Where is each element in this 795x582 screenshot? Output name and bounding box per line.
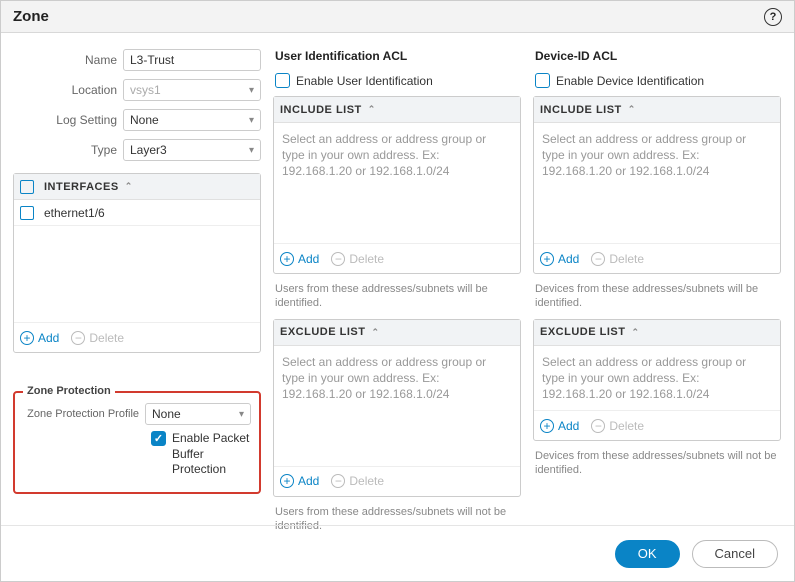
zone-dialog: Zone ? Name L3-Trust Location vsys1▾ Log… <box>0 0 795 582</box>
minus-icon: − <box>331 474 345 488</box>
type-label: Type <box>13 143 123 157</box>
logsetting-select[interactable]: None▾ <box>123 109 261 131</box>
user-include-delete-button[interactable]: −Delete <box>331 252 384 266</box>
enable-user-id-label: Enable User Identification <box>296 74 433 88</box>
interfaces-header[interactable]: INTERFACES ⌃ <box>14 174 260 200</box>
plus-icon: + <box>20 331 34 345</box>
enable-pbp-label: Enable Packet Buffer Protection <box>172 431 251 478</box>
column-general: Name L3-Trust Location vsys1▾ Log Settin… <box>13 49 261 501</box>
zone-protection-section: Zone Protection Zone Protection Profile … <box>13 391 261 494</box>
device-include-hint: Devices from these addresses/subnets wil… <box>535 282 781 311</box>
plus-icon: + <box>280 474 294 488</box>
user-acl-title: User Identification ACL <box>273 49 521 63</box>
table-row[interactable]: ethernet1/6 <box>14 200 260 226</box>
zone-protection-profile-label: Zone Protection Profile <box>23 408 145 420</box>
device-include-delete-button[interactable]: −Delete <box>591 252 644 266</box>
user-exclude-header[interactable]: EXCLUDE LIST⌃ <box>274 320 520 346</box>
chevron-down-icon: ▾ <box>239 409 244 420</box>
window-title: Zone <box>13 8 49 25</box>
device-acl-title: Device-ID ACL <box>533 49 781 63</box>
interfaces-add-button[interactable]: +Add <box>20 331 59 345</box>
device-exclude-delete-button[interactable]: −Delete <box>591 419 644 433</box>
name-input[interactable]: L3-Trust <box>123 49 261 71</box>
zone-protection-legend: Zone Protection <box>23 385 115 397</box>
user-include-header[interactable]: INCLUDE LIST⌃ <box>274 97 520 123</box>
chevron-down-icon: ▾ <box>249 115 254 126</box>
name-label: Name <box>13 53 123 67</box>
type-select[interactable]: Layer3▾ <box>123 139 261 161</box>
location-label: Location <box>13 83 123 97</box>
enable-device-id-checkbox[interactable] <box>535 73 550 88</box>
interfaces-delete-button[interactable]: −Delete <box>71 331 124 345</box>
user-include-list: INCLUDE LIST⌃ Select an address or addre… <box>273 96 521 274</box>
caret-up-icon: ⌃ <box>628 104 636 115</box>
user-acl-column: User Identification ACL Enable User Iden… <box>273 49 521 501</box>
device-acl-column: Device-ID ACL Enable Device Identificati… <box>533 49 781 501</box>
dialog-footer: OK Cancel <box>1 525 794 581</box>
enable-user-id-checkbox[interactable] <box>275 73 290 88</box>
user-exclude-delete-button[interactable]: −Delete <box>331 474 384 488</box>
user-include-add-button[interactable]: +Add <box>280 252 319 266</box>
device-include-list: INCLUDE LIST⌃ Select an address or addre… <box>533 96 781 274</box>
minus-icon: − <box>71 331 85 345</box>
device-exclude-placeholder[interactable]: Select an address or address group or ty… <box>534 346 780 411</box>
ok-button[interactable]: OK <box>615 540 680 568</box>
device-include-add-button[interactable]: +Add <box>540 252 579 266</box>
help-icon[interactable]: ? <box>764 8 782 26</box>
user-exclude-list: EXCLUDE LIST⌃ Select an address or addre… <box>273 319 521 497</box>
chevron-down-icon: ▾ <box>249 85 254 96</box>
minus-icon: − <box>591 419 605 433</box>
device-exclude-add-button[interactable]: +Add <box>540 419 579 433</box>
user-exclude-placeholder[interactable]: Select an address or address group or ty… <box>274 346 520 466</box>
enable-device-id-label: Enable Device Identification <box>556 74 704 88</box>
caret-up-icon: ⌃ <box>368 104 376 115</box>
dialog-body: Name L3-Trust Location vsys1▾ Log Settin… <box>1 33 794 513</box>
logsetting-label: Log Setting <box>13 113 123 127</box>
minus-icon: − <box>591 252 605 266</box>
caret-up-icon: ⌃ <box>371 327 379 338</box>
device-include-header[interactable]: INCLUDE LIST⌃ <box>534 97 780 123</box>
user-include-placeholder[interactable]: Select an address or address group or ty… <box>274 123 520 243</box>
enable-pbp-checkbox[interactable] <box>151 431 166 446</box>
caret-up-icon: ⌃ <box>631 327 639 338</box>
minus-icon: − <box>331 252 345 266</box>
device-include-placeholder[interactable]: Select an address or address group or ty… <box>534 123 780 243</box>
cancel-button[interactable]: Cancel <box>692 540 778 568</box>
zone-protection-profile-select[interactable]: None▾ <box>145 403 251 425</box>
row-checkbox[interactable] <box>20 206 34 220</box>
user-include-hint: Users from these addresses/subnets will … <box>275 282 521 311</box>
interfaces-grid: INTERFACES ⌃ ethernet1/6 +Add −Delete <box>13 173 261 353</box>
plus-icon: + <box>540 252 554 266</box>
plus-icon: + <box>280 252 294 266</box>
device-exclude-list: EXCLUDE LIST⌃ Select an address or addre… <box>533 319 781 442</box>
chevron-down-icon: ▾ <box>249 145 254 156</box>
location-select[interactable]: vsys1▾ <box>123 79 261 101</box>
interfaces-select-all-checkbox[interactable] <box>20 180 34 194</box>
device-exclude-hint: Devices from these addresses/subnets wil… <box>535 449 781 478</box>
user-exclude-add-button[interactable]: +Add <box>280 474 319 488</box>
device-exclude-header[interactable]: EXCLUDE LIST⌃ <box>534 320 780 346</box>
plus-icon: + <box>540 419 554 433</box>
titlebar: Zone ? <box>1 1 794 33</box>
caret-up-icon: ⌃ <box>125 181 133 192</box>
